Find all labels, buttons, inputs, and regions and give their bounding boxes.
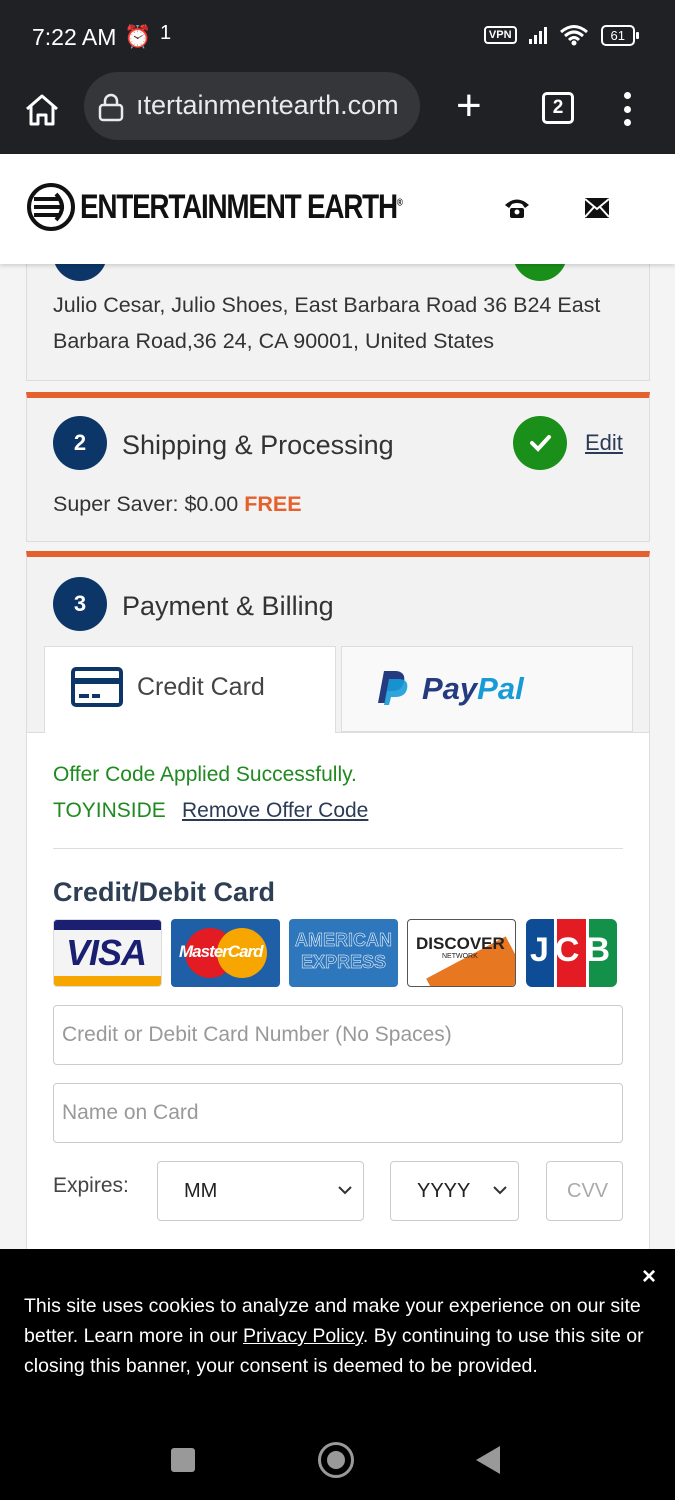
- discover-text: DISCOVER: [416, 934, 505, 953]
- chevron-down-icon: [338, 1186, 352, 1195]
- expiry-year-select[interactable]: YYYY: [390, 1161, 519, 1221]
- status-indicator: 1: [160, 22, 172, 44]
- address-bar[interactable]: ıtertainmentearth.com: [84, 72, 420, 140]
- registered-mark: ®: [396, 197, 403, 209]
- visa-text: VISA: [66, 932, 147, 973]
- battery-icon: 61: [600, 24, 640, 46]
- discover-logo: DISCOVER NETWORK: [407, 919, 516, 987]
- mastercard-text: MasterCard: [179, 942, 264, 961]
- divider: [53, 848, 623, 849]
- svg-text:PayPal: PayPal: [422, 671, 525, 706]
- card-number-input[interactable]: [53, 1005, 623, 1065]
- tab-paypal[interactable]: PayPal: [341, 646, 633, 732]
- shipping-title: Shipping & Processing: [122, 430, 394, 460]
- browser-toolbar: ıtertainmentearth.com + 2: [0, 72, 675, 154]
- system-nav-bar: [0, 1414, 675, 1500]
- status-time: 7:22 AM: [32, 24, 117, 50]
- mail-icon[interactable]: [585, 198, 609, 218]
- payment-title: Payment & Billing: [122, 591, 334, 621]
- cookie-text: This site uses cookies to analyze and ma…: [24, 1291, 654, 1381]
- step-3-circle: 3: [53, 577, 107, 631]
- url-text: ıtertainmentearth.com: [136, 90, 399, 120]
- tab-credit-card[interactable]: Credit Card: [44, 646, 336, 733]
- browser-menu-icon[interactable]: [620, 92, 634, 126]
- privacy-policy-link[interactable]: Privacy Policy: [243, 1325, 363, 1347]
- alarm-clock-icon: ⏰: [124, 24, 152, 49]
- wifi-icon: [559, 25, 588, 46]
- name-on-card-input[interactable]: [53, 1083, 623, 1143]
- credit-card-icon: [71, 667, 123, 707]
- paypal-logo: PayPal: [378, 671, 525, 706]
- shipping-address: Julio Cesar, Julio Shoes, East Barbara R…: [53, 293, 601, 353]
- visa-logo: VISA: [53, 919, 162, 987]
- check-icon: [513, 416, 567, 470]
- edit-shipping-link[interactable]: Edit: [585, 430, 623, 456]
- card-brands: VISA MasterCard AMERICAN EXPRESS DISCOVE…: [53, 919, 617, 987]
- home-nav-icon[interactable]: [318, 1442, 354, 1478]
- cvv-input[interactable]: CVV: [546, 1161, 623, 1221]
- shipping-panel: 2 Shipping & Processing Edit Super Saver…: [26, 392, 650, 542]
- jcb-logo: JCB: [525, 919, 617, 987]
- phone-icon[interactable]: [503, 196, 531, 220]
- shipping-method: Super Saver: $0.00 FREE: [53, 492, 302, 517]
- back-icon[interactable]: [476, 1446, 500, 1474]
- offer-code: TOYINSIDE: [53, 799, 166, 822]
- remove-offer-link[interactable]: Remove Offer Code: [182, 799, 368, 823]
- jcb-text: JCB: [529, 931, 617, 969]
- offer-success-message: Offer Code Applied Successfully.: [53, 763, 357, 786]
- status-bar: 7:22 AM ⏰ 1 VPN 61: [0, 0, 675, 72]
- step-2-circle: 2: [53, 416, 107, 470]
- new-tab-button[interactable]: +: [456, 84, 482, 128]
- lock-icon: [98, 93, 124, 122]
- expiry-month-select[interactable]: MM: [157, 1161, 364, 1221]
- credit-card-form: Offer Code Applied Successfully. TOYINSI…: [27, 732, 649, 1249]
- expiry-year-value: YYYY: [417, 1180, 471, 1202]
- cvv-placeholder: CVV: [567, 1180, 609, 1202]
- mastercard-logo: MasterCard: [171, 919, 280, 987]
- expires-label: Expires:: [53, 1174, 129, 1197]
- amex-logo: AMERICAN EXPRESS: [289, 919, 398, 987]
- recents-icon[interactable]: [171, 1448, 195, 1472]
- amex-text: AMERICAN EXPRESS: [295, 930, 393, 973]
- cookie-banner: × This site uses cookies to analyze and …: [0, 1249, 675, 1414]
- tab-credit-card-label: Credit Card: [137, 673, 265, 701]
- chevron-down-icon: [493, 1186, 507, 1195]
- status-icons: VPN 61: [483, 24, 640, 46]
- checkout-content: Julio Cesar, Julio Shoes, East Barbara R…: [0, 264, 675, 1249]
- address-panel: Julio Cesar, Julio Shoes, East Barbara R…: [26, 264, 650, 381]
- brand-logo-mark: [27, 183, 75, 231]
- step-1-circle: [53, 264, 107, 281]
- vpn-icon: VPN: [483, 26, 517, 44]
- home-icon[interactable]: [22, 90, 62, 130]
- payment-panel: 3 Payment & Billing Credit Card PayPal O…: [26, 551, 650, 1249]
- expiry-month-value: MM: [184, 1180, 218, 1202]
- brand-name: ENTERTAINMENT EARTH®: [80, 187, 403, 226]
- free-badge: FREE: [244, 492, 302, 516]
- shipping-method-text: Super Saver: $0.00: [53, 492, 239, 516]
- card-section-title: Credit/Debit Card: [53, 877, 276, 907]
- discover-network-text: NETWORK: [442, 953, 478, 960]
- close-icon[interactable]: ×: [642, 1263, 656, 1291]
- tab-switcher-button[interactable]: 2: [542, 92, 574, 124]
- signal-icon: [528, 26, 547, 44]
- site-header: ENTERTAINMENT EARTH®: [0, 154, 675, 264]
- brand-logo[interactable]: ENTERTAINMENT EARTH®: [26, 182, 472, 232]
- check-icon: [513, 264, 567, 281]
